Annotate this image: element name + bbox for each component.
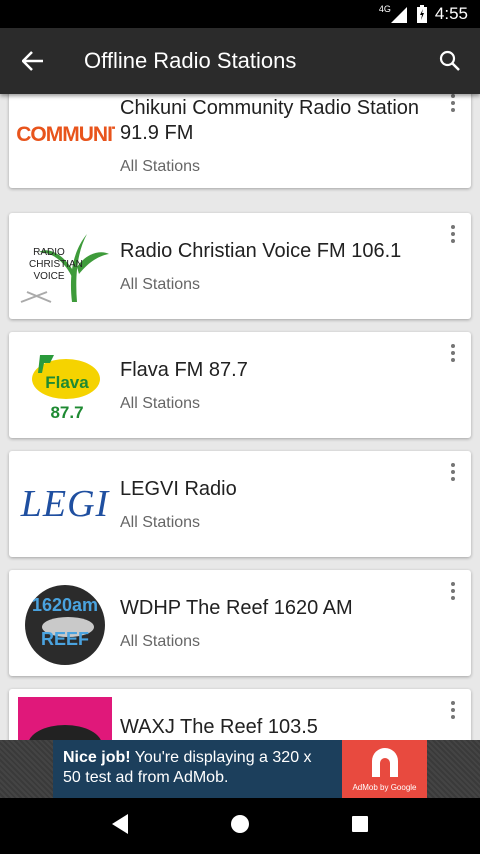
admob-icon [371, 747, 398, 777]
station-category: All Stations [120, 158, 201, 175]
app-bar: Offline Radio Stations [0, 28, 480, 94]
ad-text: Nice job! You're displaying a 320 x 50 t… [53, 740, 342, 798]
back-nav-button[interactable] [110, 813, 130, 840]
station-card[interactable]: 1620am REEF WDHP The Reef 1620 AM All St… [9, 570, 471, 676]
ad-banner[interactable]: Nice job! You're displaying a 320 x 50 t… [0, 740, 480, 798]
station-name: WDHP The Reef 1620 AM [120, 597, 353, 619]
clock: 4:55 [434, 4, 468, 23]
station-list[interactable]: COMMUNIT Chikuni Community Radio Station… [0, 94, 480, 740]
more-options-button[interactable] [443, 94, 463, 118]
station-logo: 1620am REEF [15, 578, 115, 668]
network-label: 4G [378, 4, 391, 14]
ad-content[interactable]: Nice job! You're displaying a 320 x 50 t… [53, 740, 427, 798]
ad-headline: Nice job! [63, 749, 131, 766]
more-options-button[interactable] [443, 582, 463, 606]
more-options-button[interactable] [443, 701, 463, 725]
station-card[interactable]: COMMUNIT Chikuni Community Radio Station… [9, 94, 471, 188]
search-button[interactable] [420, 28, 480, 94]
signal-icon [390, 7, 409, 23]
station-category: All Stations [120, 276, 201, 293]
station-name: WAXJ The Reef 103.5 [120, 716, 318, 738]
station-logo: LEGI [20, 483, 110, 525]
station-name: Chikuni Community Radio Station 91.9 FM [120, 97, 420, 144]
station-name: LEGVI Radio [120, 478, 237, 500]
station-card[interactable]: RADIO CHRISTIAN VOICE Radio Christian Vo… [9, 213, 471, 319]
station-card[interactable]: WAXJ The Reef 103.5 [9, 689, 471, 740]
triangle-back-icon [111, 813, 128, 834]
station-category: All Stations [120, 633, 201, 650]
station-category: All Stations [120, 514, 201, 531]
more-options-button[interactable] [443, 225, 463, 249]
station-name: Flava FM 87.7 [120, 359, 248, 381]
station-card[interactable]: LEGI LEGVI Radio All Stations [9, 451, 471, 557]
admob-logo: AdMob by Google [342, 740, 427, 798]
logo-caption: 1620am REEF [31, 595, 99, 649]
station-logo: RADIO CHRISTIAN VOICE [15, 221, 115, 311]
status-bar: 4G 4:55 [0, 0, 480, 28]
circle-home-icon [230, 814, 249, 833]
station-name: Radio Christian Voice FM 106.1 [120, 240, 402, 262]
more-options-button[interactable] [443, 463, 463, 487]
square-recents-icon [352, 815, 369, 832]
logo-caption: RADIO CHRISTIAN VOICE [29, 247, 83, 282]
recents-button[interactable] [350, 814, 370, 839]
system-nav-bar [0, 798, 480, 854]
home-button[interactable] [229, 813, 251, 840]
more-options-button[interactable] [443, 344, 463, 368]
page-title: Offline Radio Stations [84, 48, 297, 73]
station-logo: COMMUNIT [16, 123, 115, 146]
station-logo [15, 697, 115, 740]
station-card[interactable]: Flava 87.7 Flava FM 87.7 All Stations [9, 332, 471, 438]
logo-caption: Flava 87.7 [45, 373, 89, 422]
station-logo: Flava 87.7 [15, 340, 115, 430]
station-category: All Stations [120, 395, 201, 412]
ad-brand: AdMob by Google [352, 782, 417, 792]
battery-icon [416, 5, 427, 23]
search-icon [439, 50, 460, 71]
back-button[interactable] [0, 28, 66, 94]
arrow-back-icon [22, 51, 43, 71]
